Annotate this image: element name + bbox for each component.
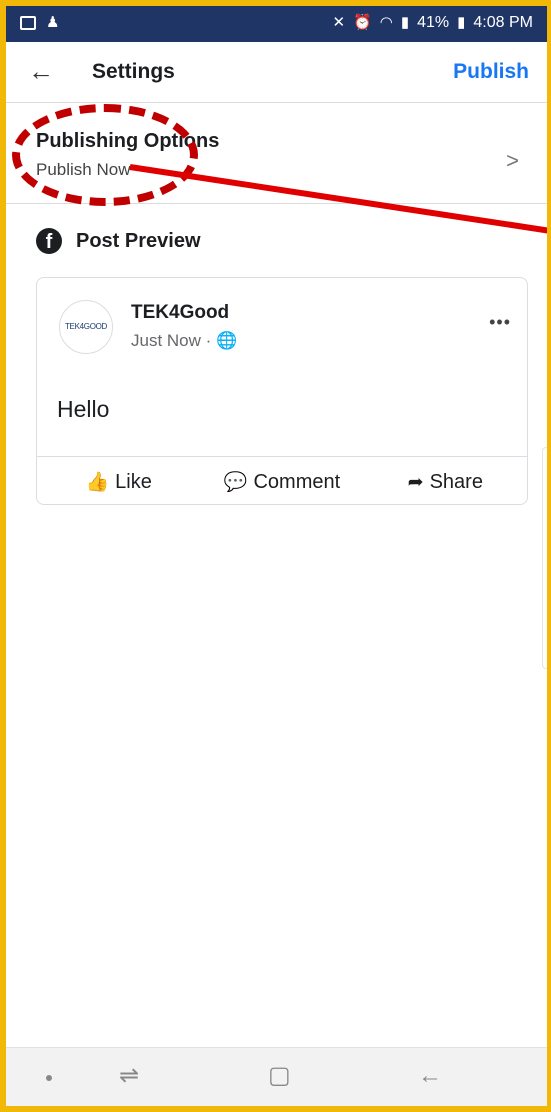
annotation-arrow — [129, 164, 551, 234]
